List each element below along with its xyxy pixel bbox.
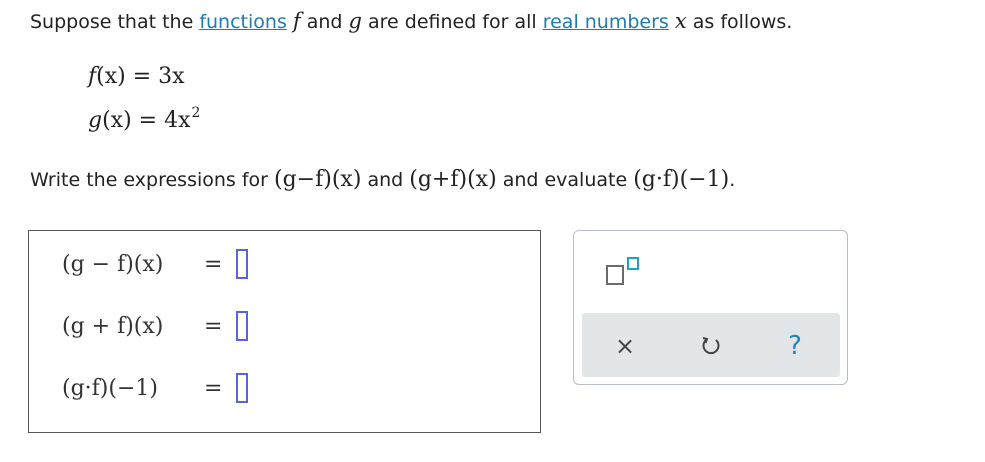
help-button[interactable]: ? [780,331,810,361]
answer-input-product[interactable] [236,373,249,403]
undo-button[interactable] [696,331,726,361]
exponent-superscript-icon [627,257,639,270]
expr-g-plus-f: (g+f)(x) [409,167,497,192]
exponent-base-icon [606,265,624,285]
var-f: f [292,9,301,33]
problem-statement: Suppose that the functions f and g are d… [30,8,792,35]
help-icon: ? [788,331,802,361]
clear-button[interactable]: × [610,331,640,361]
expr-g-minus-f: (g−f)(x) [274,167,362,192]
answer-row-difference: (g − f)(x) = [62,249,249,279]
function-definitions: f(x) = 3x g(x) = 4x2 [88,62,200,134]
action-bar: × ? [582,313,840,377]
math-tool-panel: × ? [573,230,848,385]
answer-input-difference[interactable] [236,249,249,279]
close-icon: × [614,332,636,360]
and-text: and [300,11,349,33]
outro-text: as follows. [686,11,793,33]
intro-text: Suppose that the [30,11,200,33]
functions-link[interactable]: functions [199,11,287,33]
instruction: Write the expressions for (g−f)(x) and (… [30,167,736,192]
real-numbers-link[interactable]: real numbers [543,11,669,33]
mid-text: are defined for all [361,11,543,33]
var-g: g [348,9,362,33]
var-x: x [674,9,687,33]
g-definition: g(x) = 4x2 [88,105,201,133]
exponent-button[interactable] [602,253,646,289]
answer-row-sum: (g + f)(x) = [62,311,249,341]
expr-g-times-f: (g·f)(−1) [633,167,730,192]
answer-input-sum[interactable] [236,311,249,341]
answer-box: (g − f)(x) = (g + f)(x) = (g·f)(−1) = [28,230,541,433]
f-definition: f(x) = 3x [88,64,185,89]
answer-row-product: (g·f)(−1) = [62,373,249,403]
undo-icon [702,337,720,355]
